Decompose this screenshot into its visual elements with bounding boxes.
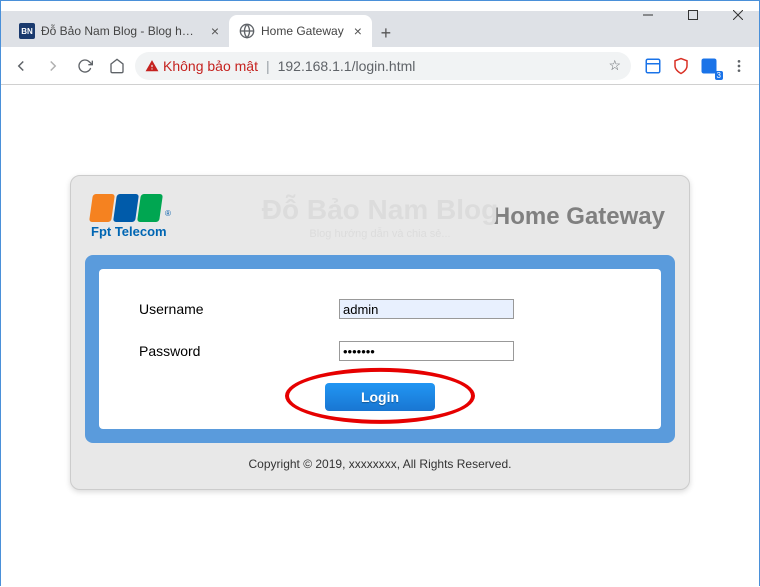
back-button[interactable] [7, 52, 35, 80]
watermark: Đỗ Bảo Nam Blog Blog hướng dẫn và chia s… [262, 194, 498, 240]
forward-button[interactable] [39, 52, 67, 80]
password-input[interactable] [339, 341, 514, 361]
username-row: Username [139, 299, 621, 319]
logo-subtitle: Fpt Telecom [91, 224, 167, 239]
extension-icon[interactable] [641, 54, 665, 78]
login-box: Username Password Login [85, 255, 675, 443]
extension-badge-icon[interactable]: 3 [697, 54, 721, 78]
login-form: Username Password Login [99, 269, 661, 429]
login-button-row: Login [139, 383, 621, 411]
close-tab-icon[interactable]: × [354, 23, 362, 39]
warning-icon [145, 59, 159, 73]
footer-copyright: Copyright © 2019, xxxxxxxx, All Rights R… [85, 443, 675, 475]
password-row: Password [139, 341, 621, 361]
insecure-label: Không bảo mật [163, 58, 258, 74]
fpt-logo: ® Fpt Telecom [91, 194, 171, 239]
panel-header: ® Fpt Telecom Đỗ Bảo Nam Blog Blog hướng… [85, 190, 675, 255]
shield-icon[interactable] [669, 54, 693, 78]
home-button[interactable] [103, 52, 131, 80]
reload-button[interactable] [71, 52, 99, 80]
browser-toolbar: Không bảo mật | 192.168.1.1/login.html ☆… [1, 47, 759, 85]
username-label: Username [139, 301, 339, 317]
minimize-button[interactable] [625, 0, 670, 30]
extensions-area: 3 [641, 54, 721, 78]
close-tab-icon[interactable]: × [211, 23, 219, 39]
address-url: 192.168.1.1/login.html [278, 58, 416, 74]
page-content: ® Fpt Telecom Đỗ Bảo Nam Blog Blog hướng… [1, 85, 759, 587]
login-panel: ® Fpt Telecom Đỗ Bảo Nam Blog Blog hướng… [70, 175, 690, 490]
watermark-bold: Blog [436, 194, 498, 225]
favicon-icon: BN [19, 23, 35, 39]
new-tab-button[interactable]: + [372, 19, 400, 47]
tab-title: Home Gateway [261, 24, 344, 38]
window-controls [625, 0, 760, 30]
registered-icon: ® [165, 209, 171, 218]
password-label: Password [139, 343, 339, 359]
close-window-button[interactable] [715, 0, 760, 30]
watermark-sub: Blog hướng dẫn và chia sẻ... [262, 228, 498, 240]
bookmark-star-icon[interactable]: ☆ [608, 57, 621, 74]
maximize-button[interactable] [670, 0, 715, 30]
insecure-warning[interactable]: Không bảo mật [145, 58, 258, 74]
tab-title: Đỗ Bảo Nam Blog - Blog hướng d [41, 24, 201, 38]
menu-button[interactable] [725, 52, 753, 80]
login-button[interactable]: Login [325, 383, 435, 411]
logo-block-icon [113, 194, 139, 222]
page-title: Home Gateway [493, 203, 665, 231]
logo-block-icon [137, 194, 163, 222]
address-separator: | [266, 58, 270, 74]
address-bar[interactable]: Không bảo mật | 192.168.1.1/login.html ☆ [135, 52, 631, 80]
browser-tab[interactable]: Home Gateway × [229, 15, 372, 47]
username-input[interactable] [339, 299, 514, 319]
logo-block-icon [89, 194, 115, 222]
globe-icon [239, 23, 255, 39]
browser-tab[interactable]: BN Đỗ Bảo Nam Blog - Blog hướng d × [9, 15, 229, 47]
watermark-text: Đỗ Bảo Nam [262, 194, 428, 225]
